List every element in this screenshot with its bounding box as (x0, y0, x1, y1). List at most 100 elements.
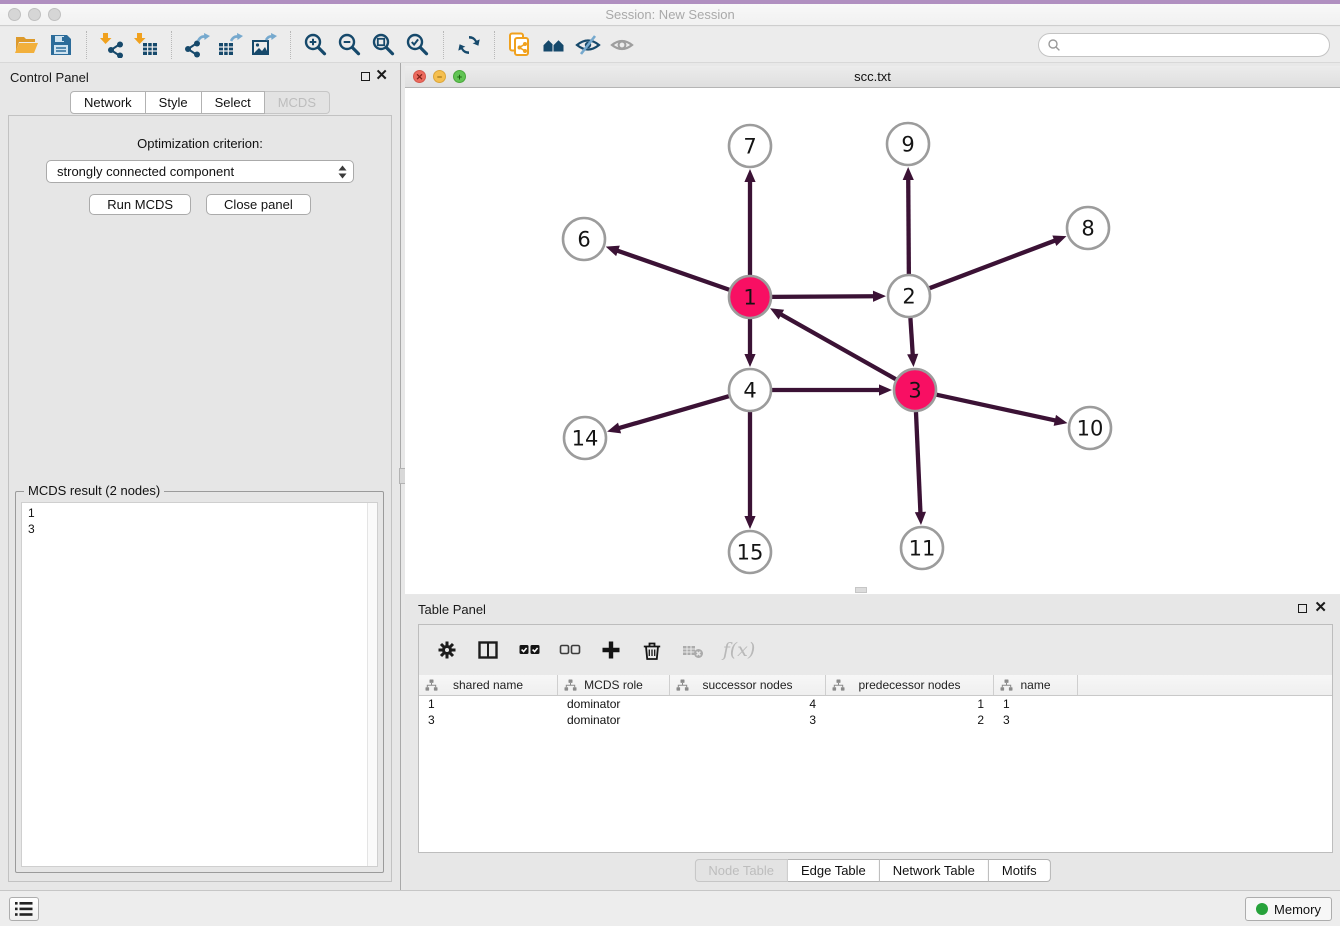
gear-button[interactable] (435, 638, 459, 662)
graph-edge-arrowhead (873, 291, 886, 302)
canvas-scroll-handle[interactable] (855, 587, 867, 593)
tab-mcds[interactable]: MCDS (265, 91, 330, 114)
node-table-area: f(x) shared nameMCDS rolesuccessor nodes… (418, 624, 1333, 853)
table-cell[interactable]: 1 (419, 696, 558, 712)
add-row-button[interactable] (599, 638, 623, 662)
split-columns-button[interactable] (476, 638, 500, 662)
dropdown-value: strongly connected component (47, 164, 335, 179)
table-cell[interactable]: 3 (994, 712, 1078, 728)
save-session-button[interactable] (44, 30, 78, 60)
mcds-result-text[interactable]: 1 3 (21, 502, 378, 867)
add-row-icon (600, 639, 622, 661)
graph-edge-1-6[interactable] (617, 251, 729, 290)
import-table-button[interactable] (129, 30, 163, 60)
graph-node-label: 9 (901, 133, 914, 157)
open-session-button[interactable] (10, 30, 44, 60)
select-all-button[interactable] (517, 638, 541, 662)
graph-edge-3-10[interactable] (936, 395, 1055, 421)
memory-button[interactable]: Memory (1245, 897, 1332, 921)
column-header-MCDS-role[interactable]: MCDS role (558, 675, 670, 695)
column-header-name[interactable]: name (994, 675, 1078, 695)
hide-selected-icon (575, 32, 601, 58)
network-canvas[interactable]: 1234678910111415 (405, 88, 1340, 594)
zoom-fit-button[interactable] (367, 30, 401, 60)
column-header-shared-name[interactable]: shared name (419, 675, 558, 695)
table-cell[interactable]: 3 (670, 712, 826, 728)
search-box[interactable] (1038, 33, 1330, 57)
table-cell[interactable]: dominator (558, 712, 670, 728)
delete-row-button[interactable] (640, 638, 664, 662)
table-cell[interactable]: 1 (826, 696, 994, 712)
refresh-layout-icon (456, 32, 482, 58)
optimization-criterion-label: Optimization criterion: (9, 116, 391, 151)
float-panel-icon[interactable] (361, 72, 370, 81)
control-panel: Control Panel ✕ NetworkStyleSelectMCDS O… (0, 63, 401, 890)
close-panel-icon[interactable]: ✕ (375, 67, 388, 85)
table-toolbar: f(x) (419, 625, 1332, 675)
tab-motifs[interactable]: Motifs (989, 859, 1051, 882)
table-row[interactable]: 1dominator411 (419, 696, 1332, 712)
refresh-layout-button[interactable] (452, 30, 486, 60)
task-history-button[interactable] (9, 897, 39, 921)
zoom-out-button[interactable] (333, 30, 367, 60)
close-panel-button[interactable]: Close panel (206, 194, 311, 215)
table-cell[interactable]: 3 (419, 712, 558, 728)
graph-edge-arrowhead (744, 169, 755, 182)
tab-select[interactable]: Select (202, 91, 265, 114)
export-image-icon (252, 32, 278, 58)
export-network-button[interactable] (180, 30, 214, 60)
graph-edge-1-2[interactable] (772, 296, 874, 297)
function-icon: f(x) (723, 639, 756, 661)
search-input[interactable] (1061, 36, 1329, 54)
main-toolbar (0, 27, 1340, 63)
graph-edge-4-14[interactable] (619, 396, 729, 428)
mcds-tab-content: Optimization criterion: strongly connect… (8, 115, 392, 882)
zoom-out-icon (337, 32, 363, 58)
graph-edge-2-3[interactable] (910, 318, 912, 355)
graph-edge-3-11[interactable] (916, 412, 920, 513)
column-type-icon (832, 679, 845, 692)
column-type-icon (1000, 679, 1013, 692)
toolbar-separator (171, 31, 172, 59)
graph-edge-3-1[interactable] (780, 314, 895, 379)
table-panel-title: Table Panel (418, 602, 486, 617)
export-table-button[interactable] (214, 30, 248, 60)
graph-node-label: 3 (908, 379, 921, 403)
memory-label: Memory (1274, 902, 1321, 917)
graph-edge-arrowhead (879, 384, 892, 395)
close-table-panel-icon[interactable]: ✕ (1314, 599, 1327, 617)
graph-node-label: 1 (743, 286, 756, 310)
column-type-icon (676, 679, 689, 692)
tab-node-table[interactable]: Node Table (694, 859, 788, 882)
table-cell[interactable]: 2 (826, 712, 994, 728)
hide-selected-button[interactable] (571, 30, 605, 60)
import-network-button[interactable] (95, 30, 129, 60)
optimization-criterion-dropdown[interactable]: strongly connected component (46, 160, 354, 183)
zoom-selected-button[interactable] (401, 30, 435, 60)
column-header-successor-nodes[interactable]: successor nodes (670, 675, 826, 695)
table-row[interactable]: 3dominator323 (419, 712, 1332, 728)
export-table-icon (218, 32, 244, 58)
show-all-button (605, 30, 639, 60)
graph-edge-2-9[interactable] (908, 179, 909, 274)
export-image-button[interactable] (248, 30, 282, 60)
table-cell[interactable]: 4 (670, 696, 826, 712)
graph-edge-2-8[interactable] (930, 240, 1056, 288)
tab-network[interactable]: Network (70, 91, 146, 114)
table-cell[interactable]: 1 (994, 696, 1078, 712)
result-scrollbar[interactable] (367, 503, 377, 866)
first-neighbors-button[interactable] (537, 30, 571, 60)
zoom-in-button[interactable] (299, 30, 333, 60)
zoom-fit-icon (371, 32, 397, 58)
clone-network-button[interactable] (503, 30, 537, 60)
tab-network-table[interactable]: Network Table (880, 859, 989, 882)
show-all-icon (609, 32, 635, 58)
table-cell[interactable]: dominator (558, 696, 670, 712)
deselect-all-button[interactable] (558, 638, 582, 662)
column-header-predecessor-nodes[interactable]: predecessor nodes (826, 675, 994, 695)
tab-edge-table[interactable]: Edge Table (788, 859, 880, 882)
tab-style[interactable]: Style (146, 91, 202, 114)
delete-row-icon (641, 639, 663, 661)
float-table-panel-icon[interactable] (1298, 604, 1307, 613)
run-mcds-button[interactable]: Run MCDS (89, 194, 191, 215)
